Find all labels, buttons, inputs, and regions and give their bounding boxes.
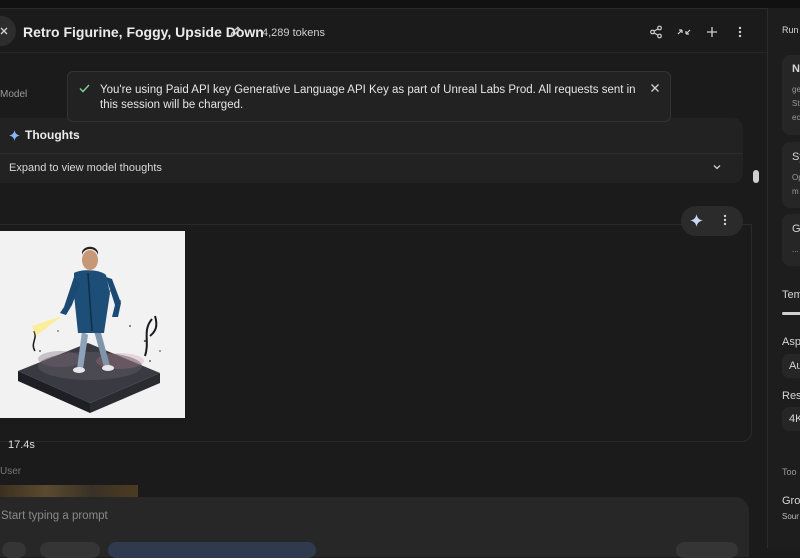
system-instructions-text: m [792,187,799,196]
grounding-source-label: Sour [782,512,799,521]
chat-scrollbar[interactable] [750,60,760,480]
pencil-icon [230,26,241,37]
composer-tool-chip[interactable] [108,542,316,558]
more-options-button[interactable] [732,24,748,40]
model-card-text: ge [792,85,800,94]
resolution-label: Res [782,390,800,402]
dismiss-toast-button[interactable] [650,83,660,93]
user-attachment-thumbnail[interactable] [0,485,138,497]
settings-card-title: G [792,223,800,235]
composer-tool-chip[interactable] [2,542,26,558]
system-instructions-card[interactable]: Sy Op m [782,142,800,208]
new-chat-button[interactable] [704,24,720,40]
expand-thoughts-link[interactable]: Expand to view model thoughts [9,162,162,174]
user-role-label: User [0,466,22,477]
prompt-composer [0,497,749,558]
compare-arrows-icon [677,29,691,35]
chevron-down-icon [713,165,721,170]
run-settings-panel: Run N ge St ec Sy Op m G ... Tem Asp Au … [767,8,800,548]
sparkle-icon [690,214,703,227]
system-instructions-title: Sy [792,151,800,163]
header-divider [0,52,767,53]
more-vert-icon [738,26,742,38]
response-toolbar [681,206,743,236]
model-card-text: ec [792,113,800,122]
temperature-label: Tem [782,289,800,301]
model-role-label: Model [0,89,28,100]
thoughts-panel[interactable]: Thoughts Expand to view model thoughts [0,118,743,183]
compare-button[interactable] [676,24,692,40]
thoughts-title: Thoughts [25,128,80,142]
chat-scrollbar-thumb[interactable] [753,170,759,183]
check-icon [79,84,90,93]
close-icon [0,27,8,35]
close-icon [651,84,659,92]
token-count: 4,289 tokens [262,27,325,39]
model-card-text: St [792,99,800,108]
billing-notice-toast: You're using Paid API key Generative Lan… [67,71,671,122]
response-time: 17.4s [8,439,35,451]
top-strip [0,0,800,9]
share-icon [650,25,662,39]
settings-card-text: ... [792,245,799,254]
aspect-ratio-label: Asp [782,336,800,348]
thoughts-divider [0,153,743,154]
plus-icon [707,27,717,37]
system-instructions-text: Op [792,173,800,182]
prompt-input[interactable] [0,507,601,525]
thoughts-header: Thoughts [9,128,80,142]
grounding-label: Gro [782,495,800,507]
run-button[interactable] [676,542,738,558]
aspect-ratio-value: Au [789,360,800,372]
sparkle-icon [9,129,20,141]
settings-card[interactable]: G ... [782,214,800,266]
response-more-button[interactable] [723,214,727,226]
run-settings-title: Run [782,25,799,35]
edit-title-button[interactable] [229,25,242,38]
expand-thoughts-toggle[interactable] [712,162,722,172]
generated-image[interactable] [0,231,185,418]
more-vert-icon [723,214,727,226]
model-card-title: N [792,63,800,75]
model-card[interactable]: N ge St ec [782,55,800,135]
composer-tool-chip[interactable] [40,542,100,558]
resolution-select[interactable]: 4K [782,407,800,431]
toast-message: You're using Paid API key Generative Lan… [100,84,636,111]
aspect-ratio-select[interactable]: Au [782,354,800,378]
tools-label: Too [782,467,797,477]
resolution-value: 4K [789,413,800,425]
temperature-slider[interactable] [782,312,800,315]
share-button[interactable] [648,24,664,40]
rerun-sparkle-button[interactable] [690,214,703,227]
figurine-illustration [0,231,185,418]
close-chat-button[interactable] [0,16,16,46]
page-title: Retro Figurine, Foggy, Upside Down [23,24,264,40]
